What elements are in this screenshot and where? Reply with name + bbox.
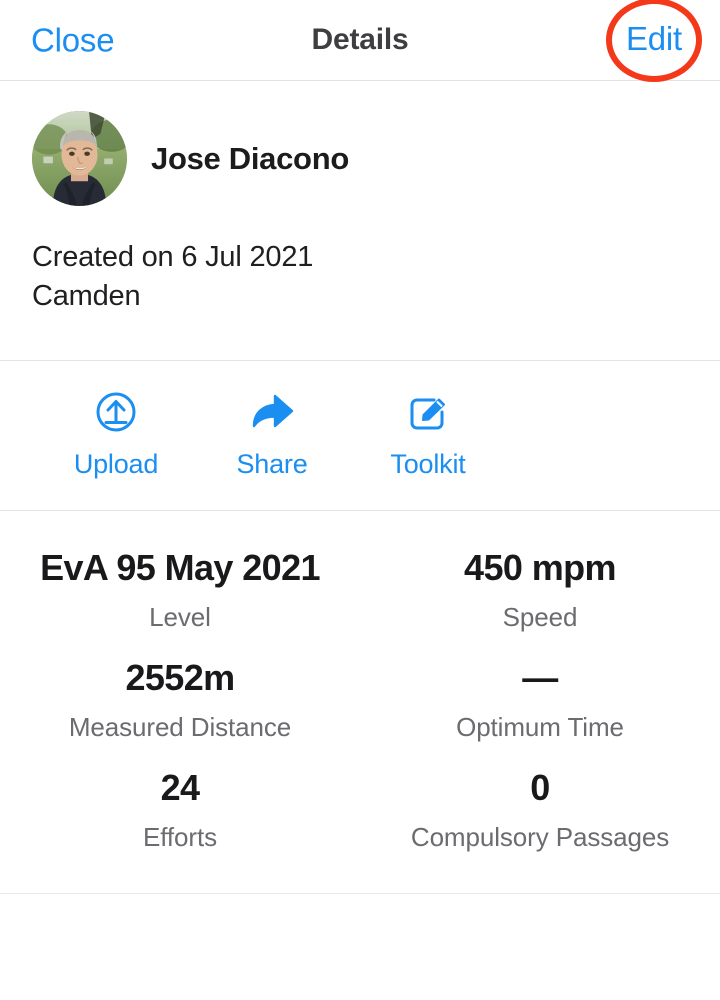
stat-value: — [522, 656, 558, 698]
stat-label: Compulsory Passages [410, 821, 670, 852]
stats-row: 24 Efforts 0 Compulsory Passages [0, 755, 720, 865]
share-arrow-icon [248, 390, 296, 438]
edit-button-container[interactable]: Edit [606, 0, 702, 82]
profile-row: Jose Diacono [32, 111, 688, 206]
actions-row: Upload Share Toolkit [0, 361, 720, 510]
stat-level: EvA 95 May 2021 Level [0, 535, 360, 645]
stat-efforts: 24 Efforts [0, 755, 360, 865]
upload-button-label: Upload [73, 449, 159, 480]
stat-value: EvA 95 May 2021 [40, 546, 320, 588]
stats-row: EvA 95 May 2021 Level 450 mpm Speed [0, 535, 720, 645]
profile-name: Jose Diacono [151, 140, 349, 176]
stat-label: Optimum Time [456, 711, 624, 742]
stats-row: 2552m Measured Distance — Optimum Time [0, 645, 720, 755]
created-date-text: Created on 6 Jul 2021 [32, 241, 314, 273]
edit-button[interactable]: Edit [626, 22, 682, 58]
stat-compulsory-passages: 0 Compulsory Passages [360, 755, 720, 865]
profile-section: Jose Diacono Created on 6 Jul 2021 Camde… [0, 81, 720, 317]
stat-label: Speed [502, 601, 578, 632]
profile-metadata: Created on 6 Jul 2021 Camden [32, 238, 688, 317]
stat-value: 24 [160, 766, 200, 808]
share-button[interactable]: Share [194, 390, 350, 480]
stat-label: Measured Distance [68, 711, 292, 742]
stat-value: 0 [530, 766, 550, 808]
footer-empty-area [0, 893, 720, 972]
navigation-bar: Close Details Edit [0, 0, 720, 82]
location-text: Camden [32, 280, 141, 313]
upload-circle-icon [92, 390, 140, 438]
stat-speed: 450 mpm Speed [360, 535, 720, 645]
stat-value: 2552m [125, 656, 235, 698]
stats-grid: EvA 95 May 2021 Level 450 mpm Speed 2552… [0, 511, 720, 893]
stat-label: Level [149, 601, 211, 632]
pencil-square-icon [404, 390, 452, 438]
share-button-label: Share [236, 449, 308, 480]
toolkit-button-label: Toolkit [390, 449, 466, 480]
upload-button[interactable]: Upload [38, 390, 194, 480]
stat-value: 450 mpm [464, 546, 616, 588]
stat-measured-distance: 2552m Measured Distance [0, 645, 360, 755]
stat-label: Efforts [143, 821, 217, 852]
avatar[interactable] [32, 111, 127, 206]
toolkit-button[interactable]: Toolkit [350, 390, 506, 480]
stat-optimum-time: — Optimum Time [360, 645, 720, 755]
